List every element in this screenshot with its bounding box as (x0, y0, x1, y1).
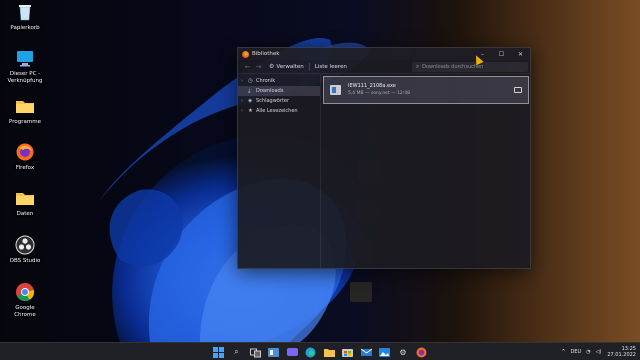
manage-label: Verwalten (276, 63, 304, 70)
chevron-up-icon[interactable]: ^ (561, 349, 565, 355)
sidebar-item-downloads[interactable]: ⤓ Downloads (238, 86, 320, 96)
library-window: Bibliothek – ☐ ✕ ← → ⚙ Verwalten Liste l… (237, 47, 531, 269)
toolbar-divider (308, 62, 310, 71)
folder-icon (15, 96, 35, 116)
firefox-icon (242, 50, 249, 58)
download-icon: ⤓ (248, 87, 251, 94)
obs-icon (15, 235, 35, 255)
sidebar-item-tags[interactable]: › ◈ Schlagwörter (238, 96, 320, 106)
language-indicator[interactable]: DEU (571, 349, 582, 355)
clock[interactable]: 13:25 27.01.2022 (607, 346, 636, 358)
maximize-button[interactable]: ☐ (492, 48, 511, 60)
desktop-icon-label: Programme (9, 119, 41, 125)
sidebar-item-label: Schlagwörter (256, 98, 290, 104)
computer-icon (15, 48, 35, 68)
desktop-icon-label: OBS Studio (9, 258, 41, 264)
desktop-icon-this-pc[interactable]: Dieser PC - Verknüpfung (4, 48, 46, 85)
taskbar: ⌕ ⚙ ^ DEU ◔ ◁) 13:25 27.01.2022 (0, 342, 640, 360)
explorer-icon[interactable] (322, 345, 336, 359)
library-sidebar: › ◷ Chronik ⤓ Downloads › ◈ Schlagwörter… (238, 75, 321, 268)
downloads-list: IEW111_2108a.exe 5,4 MB — sony.net — 12:… (322, 75, 530, 268)
exe-file-icon (330, 85, 341, 95)
sidebar-item-bookmarks[interactable]: › ★ Alle Lesezeichen (238, 106, 320, 116)
chevron-right-icon[interactable]: › (241, 78, 248, 84)
back-button[interactable]: ← (242, 63, 253, 71)
chrome-icon (15, 282, 35, 302)
clock-date: 27.01.2022 (607, 352, 636, 358)
sidebar-item-label: Chronik (256, 78, 276, 84)
folder-icon[interactable] (514, 87, 522, 93)
sidebar-item-history[interactable]: › ◷ Chronik (238, 76, 320, 86)
firefox-icon[interactable] (415, 345, 429, 360)
chat-icon[interactable] (285, 345, 299, 359)
clear-list-button[interactable]: Liste leeren (315, 64, 347, 70)
desktop-icon-obs[interactable]: OBS Studio (4, 235, 46, 265)
history-icon: ◷ (248, 78, 253, 84)
sidebar-item-label: Downloads (256, 88, 284, 94)
settings-icon[interactable]: ⚙ (396, 345, 410, 359)
desktop-icon-label: Papierkorb (10, 25, 40, 31)
window-title: Bibliothek (252, 51, 280, 57)
volume-icon[interactable]: ◁) (596, 349, 602, 355)
gear-icon: ⚙ (269, 63, 275, 70)
search-box[interactable]: ⌕ (412, 62, 528, 72)
sidebar-item-label: Alle Lesezeichen (256, 108, 298, 114)
edge-icon[interactable] (304, 345, 318, 359)
tag-icon: ◈ (248, 98, 253, 104)
recycle-bin-icon (15, 2, 35, 22)
chevron-right-icon[interactable]: › (241, 98, 248, 104)
download-meta: 5,4 MB — sony.net — 12:48 (348, 91, 411, 96)
widgets-icon[interactable] (267, 345, 281, 359)
windows-start-icon[interactable] (211, 345, 225, 359)
desktop-icon-firefox[interactable]: Firefox (4, 142, 46, 172)
star-icon: ★ (248, 108, 253, 114)
desktop-icon-label: Firefox (15, 165, 35, 171)
desktop-icon-label: Google Chrome (14, 305, 36, 318)
folder-icon (15, 188, 35, 208)
firefox-icon (15, 142, 35, 162)
download-item[interactable]: IEW111_2108a.exe 5,4 MB — sony.net — 12:… (323, 76, 529, 104)
library-toolbar: ← → ⚙ Verwalten Liste leeren ⌕ (238, 60, 530, 74)
desktop-icon-label: Daten (16, 211, 34, 217)
mail-icon[interactable] (359, 345, 373, 359)
desktop-icon-chrome[interactable]: Google Chrome (4, 282, 46, 319)
desktop-icon-daten[interactable]: Daten (4, 188, 46, 218)
search-icon: ⌕ (416, 63, 420, 70)
desktop-icon-programme[interactable]: Programme (4, 96, 46, 126)
task-view-icon[interactable] (248, 345, 262, 359)
system-tray: ^ DEU ◔ ◁) 13:25 27.01.2022 (556, 343, 636, 360)
close-button[interactable]: ✕ (511, 48, 530, 60)
desktop-icon-label: Dieser PC - Verknüpfung (7, 71, 43, 84)
desktop-icon-recycle-bin[interactable]: Papierkorb (4, 2, 46, 32)
chevron-right-icon[interactable]: › (241, 108, 248, 114)
wifi-icon[interactable]: ◔ (586, 349, 590, 355)
store-icon[interactable] (341, 345, 355, 359)
forward-button[interactable]: → (253, 63, 264, 71)
search-input[interactable] (422, 64, 523, 70)
search-icon[interactable]: ⌕ (230, 345, 244, 359)
window-titlebar[interactable]: Bibliothek – ☐ ✕ (238, 48, 530, 60)
photos-icon[interactable] (378, 345, 392, 359)
manage-button[interactable]: ⚙ Verwalten (269, 63, 304, 70)
download-filename: IEW111_2108a.exe (348, 83, 396, 89)
